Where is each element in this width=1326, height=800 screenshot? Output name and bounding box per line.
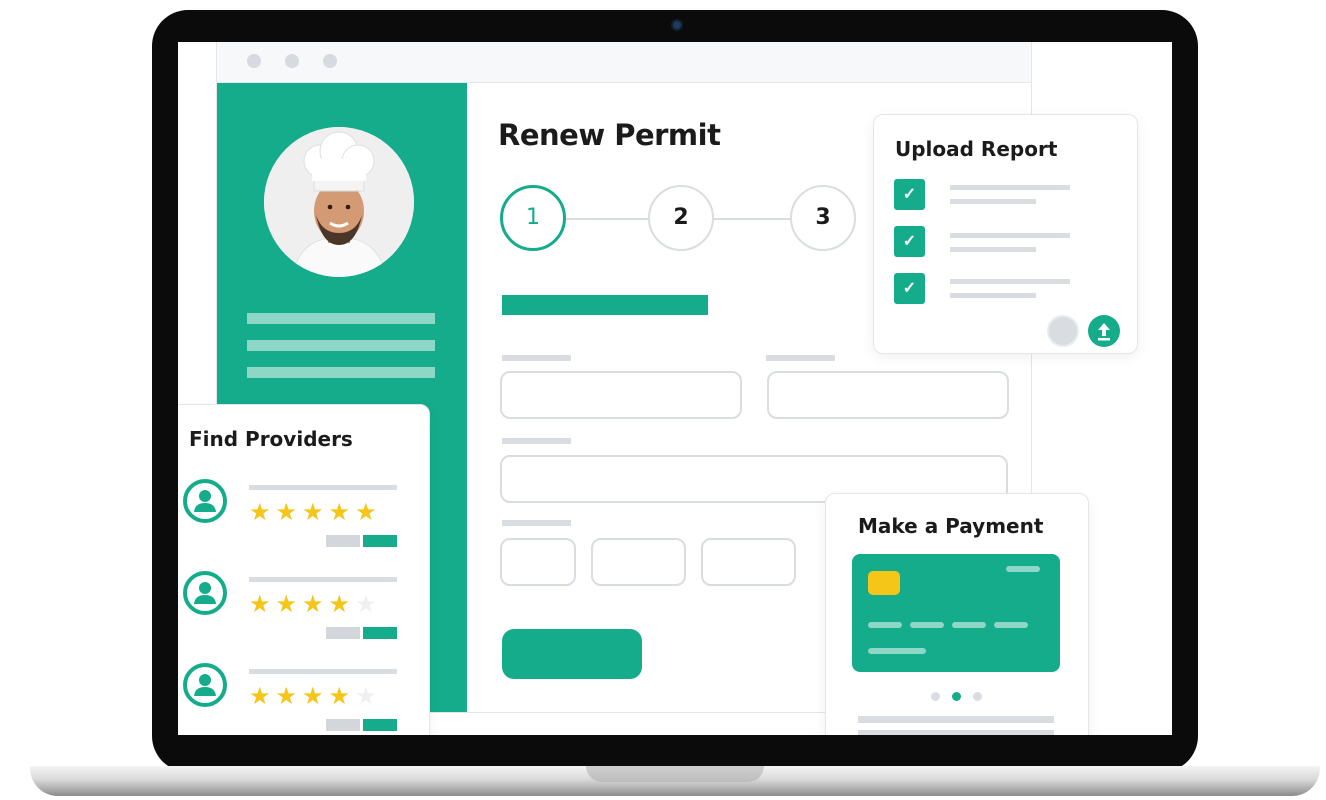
window-minimize-dot[interactable] <box>285 54 299 68</box>
section-heading-bar <box>502 295 708 315</box>
rating-bar-filled <box>363 719 397 731</box>
day-field[interactable] <box>591 538 686 586</box>
rating-bar-filled <box>363 627 397 639</box>
card-number-group <box>952 622 986 628</box>
upload-report-card: Upload Report ✓ ✓ ✓ <box>873 114 1138 354</box>
rating-stars: ★★★★★ <box>249 683 382 710</box>
check-icon[interactable]: ✓ <box>894 273 925 304</box>
last-name-field[interactable] <box>767 371 1009 419</box>
webcam-icon <box>671 19 683 31</box>
step-connector <box>566 218 648 220</box>
field-label <box>502 355 571 361</box>
step-1[interactable]: 1 <box>500 185 566 251</box>
step-connector <box>714 218 790 220</box>
checklist-line <box>950 279 1070 284</box>
card-holder-line <box>868 648 926 654</box>
checklist-line <box>950 247 1036 252</box>
laptop-base-notch <box>586 766 764 782</box>
window-close-dot[interactable] <box>247 54 261 68</box>
check-icon[interactable]: ✓ <box>894 179 925 210</box>
card-number-group <box>868 622 902 628</box>
sidebar-text-line <box>247 340 435 351</box>
browser-title-bar <box>217 42 1031 83</box>
user-icon[interactable] <box>183 571 227 615</box>
card-chip-icon <box>868 571 900 595</box>
upload-icon[interactable] <box>1088 315 1120 347</box>
rating-stars: ★★★★★ <box>249 499 382 526</box>
upload-report-title: Upload Report <box>895 137 1058 161</box>
payment-text-line <box>858 716 1054 723</box>
rating-bar-empty <box>326 719 360 731</box>
rating-bar-empty <box>326 627 360 639</box>
submit-button[interactable] <box>502 629 642 679</box>
year-field[interactable] <box>701 538 796 586</box>
checklist-line <box>950 293 1036 298</box>
step-3[interactable]: 3 <box>790 185 856 251</box>
provider-name-line <box>249 669 397 674</box>
laptop-screen: Renew Permit 1 2 3 Upload Report ✓ ✓ ✓ F… <box>178 42 1172 735</box>
user-icon[interactable] <box>183 663 227 707</box>
carousel-dot[interactable] <box>973 692 982 701</box>
card-text-line <box>1006 566 1040 572</box>
make-payment-title: Make a Payment <box>858 514 1044 538</box>
find-providers-title: Find Providers <box>189 427 353 451</box>
card-number-group <box>910 622 944 628</box>
rating-bar-filled <box>363 535 397 547</box>
user-icon[interactable] <box>183 479 227 523</box>
carousel-dot[interactable] <box>931 692 940 701</box>
window-maximize-dot[interactable] <box>323 54 337 68</box>
sidebar-text-line <box>247 367 435 378</box>
field-label <box>502 438 571 444</box>
chef-portrait-image <box>264 127 414 277</box>
chef-avatar <box>264 127 414 277</box>
check-icon[interactable]: ✓ <box>894 226 925 257</box>
sidebar-text-line <box>247 313 435 324</box>
checklist-line <box>950 185 1070 190</box>
checklist-line <box>950 233 1070 238</box>
payment-text-line <box>858 730 1054 735</box>
credit-card[interactable] <box>852 554 1060 672</box>
month-field[interactable] <box>500 538 576 586</box>
provider-name-line <box>249 577 397 582</box>
page-title: Renew Permit <box>498 118 721 152</box>
make-payment-card: Make a Payment <box>825 493 1089 735</box>
step-2[interactable]: 2 <box>648 185 714 251</box>
rating-stars: ★★★★★ <box>249 591 382 618</box>
carousel-dot-active[interactable] <box>952 692 961 701</box>
rating-bar-empty <box>326 535 360 547</box>
checklist-line <box>950 199 1036 204</box>
circle-icon[interactable] <box>1047 315 1079 347</box>
field-label <box>502 520 571 526</box>
provider-name-line <box>249 485 397 490</box>
card-number-group <box>994 622 1028 628</box>
find-providers-card: Find Providers ★★★★★ ★★★★★ ★★★★★ <box>178 404 430 735</box>
field-label <box>766 355 835 361</box>
first-name-field[interactable] <box>500 371 742 419</box>
